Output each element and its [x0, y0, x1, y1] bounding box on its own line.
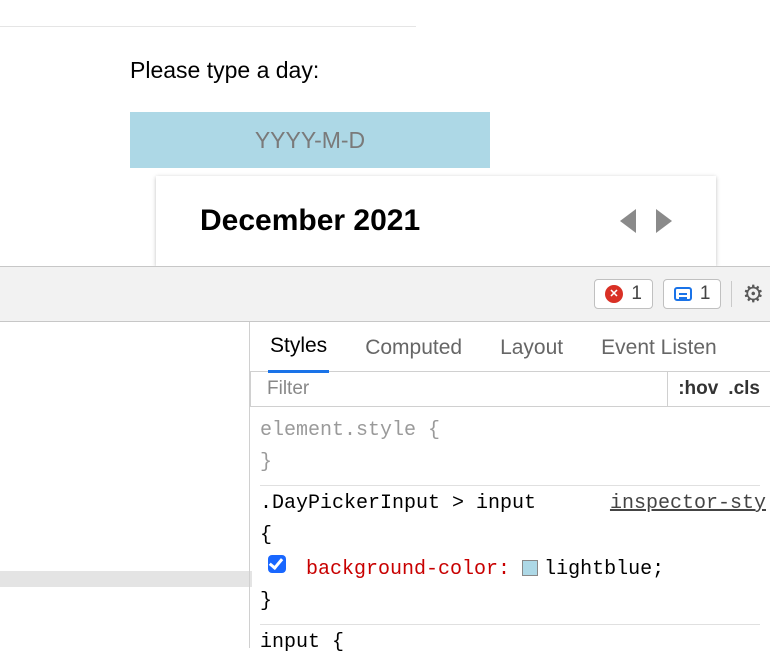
error-count: 1: [631, 283, 642, 305]
devtools-panel: 1 1 ⚙ Styles Computed Layout Event Liste…: [0, 266, 770, 648]
tab-event-listeners[interactable]: Event Listen: [599, 326, 719, 372]
styles-tabbar: Styles Computed Layout Event Listen: [250, 322, 770, 372]
message-count: 1: [700, 283, 711, 305]
toolbar-divider: [731, 281, 732, 307]
color-swatch-icon[interactable]: [522, 560, 538, 576]
property-enable-checkbox[interactable]: [268, 555, 286, 573]
console-errors-button[interactable]: 1: [594, 279, 653, 309]
next-month-icon[interactable]: [656, 209, 672, 233]
gear-icon[interactable]: ⚙: [742, 280, 764, 309]
rule-daypicker-input[interactable]: .DayPickerInput > input inspector-sty { …: [260, 486, 760, 625]
style-rules: element.style { } .DayPickerInput > inpu…: [250, 407, 770, 665]
date-input[interactable]: YYYY-M-D: [130, 112, 490, 168]
console-messages-button[interactable]: 1: [663, 279, 722, 309]
date-picker-popup: December 2021: [156, 176, 716, 266]
styles-filter-input[interactable]: [259, 378, 667, 400]
selector: element.style: [260, 419, 416, 442]
tab-computed[interactable]: Computed: [363, 326, 464, 372]
rule-element-style[interactable]: element.style { }: [260, 413, 760, 486]
tab-layout[interactable]: Layout: [498, 326, 565, 372]
selector: input: [260, 631, 320, 654]
hov-toggle[interactable]: :hov: [678, 378, 718, 400]
rule-source-link[interactable]: inspector-sty: [610, 488, 766, 520]
prev-month-icon[interactable]: [620, 209, 636, 233]
selector: .DayPickerInput > input: [260, 492, 536, 515]
elements-tree-pane[interactable]: [0, 322, 250, 648]
picker-month-title: December 2021: [200, 204, 420, 238]
divider: [0, 26, 416, 27]
message-icon: [674, 287, 692, 301]
css-property-name[interactable]: background-color: [306, 558, 498, 581]
cls-toggle[interactable]: .cls: [728, 378, 760, 400]
rule-input[interactable]: input {: [260, 625, 760, 665]
error-icon: [605, 285, 623, 303]
css-property-value[interactable]: lightblue: [544, 558, 652, 581]
tab-styles[interactable]: Styles: [268, 324, 329, 373]
prompt-label: Please type a day:: [130, 57, 770, 84]
devtools-toolbar: 1 1 ⚙: [0, 266, 770, 322]
